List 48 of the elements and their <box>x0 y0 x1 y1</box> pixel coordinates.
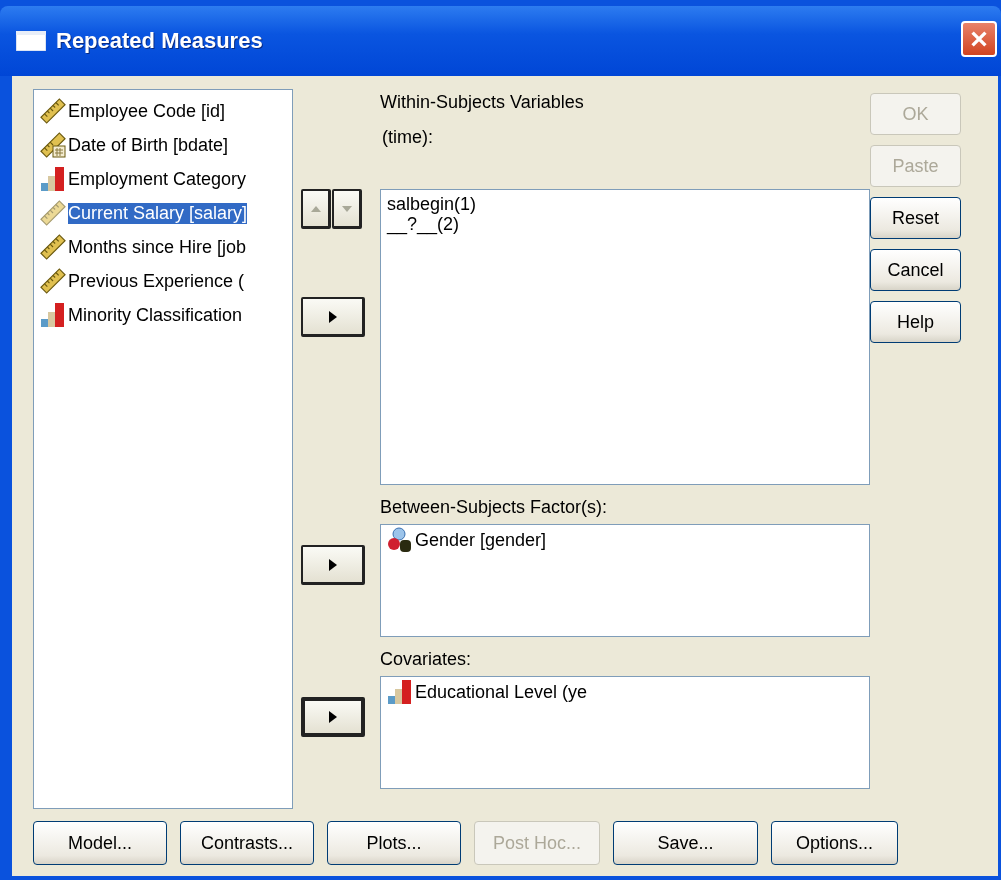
nominal-variable-icon <box>387 527 413 553</box>
right-triangle-icon <box>329 711 337 723</box>
close-icon <box>970 30 988 48</box>
dialog-button[interactable]: Plots... <box>327 821 461 865</box>
move-right-button[interactable] <box>301 545 365 585</box>
move-right-button[interactable] <box>301 697 365 737</box>
variable-label: Months since Hire [job <box>68 236 247 258</box>
variable-label: Employee Code [id] <box>68 100 226 122</box>
bar-chart-icon <box>40 302 66 328</box>
variable-label: Previous Experience ( <box>68 270 245 292</box>
variable-item[interactable]: Current Salary [salary] <box>36 198 290 228</box>
down-triangle-icon <box>341 205 352 212</box>
covariate-item[interactable]: Educational Level (ye <box>387 679 863 705</box>
right-triangle-icon <box>328 310 337 323</box>
window-icon <box>16 31 46 51</box>
dialog-button[interactable]: Help <box>870 301 961 343</box>
variable-item[interactable]: Date of Birth [bdate] <box>36 130 290 160</box>
variable-label: Current Salary [salary] <box>68 202 248 224</box>
variable-label: Date of Birth [bdate] <box>68 134 229 156</box>
between-subjects-label: Between-Subjects Factor(s): <box>380 496 609 519</box>
window-title: Repeated Measures <box>56 28 264 54</box>
variable-label: Employment Category <box>68 168 247 190</box>
close-button[interactable] <box>961 21 997 57</box>
bar-chart-icon <box>40 166 66 192</box>
dialog-button[interactable]: Contrasts... <box>180 821 314 865</box>
within-variable-item[interactable]: __?__(2) <box>387 214 460 234</box>
variable-item[interactable]: Employee Code [id] <box>36 96 290 126</box>
variable-item[interactable]: Minority Classification <box>36 300 290 330</box>
within-subjects-label: Within-Subjects Variables <box>380 92 585 113</box>
variable-label: Minority Classification <box>68 304 243 326</box>
variable-label: Educational Level (ye <box>415 681 588 703</box>
variable-item[interactable]: Months since Hire [job <box>36 232 290 262</box>
within-variable-item[interactable]: salbegin(1) <box>387 194 477 214</box>
factor-item[interactable]: Gender [gender] <box>387 527 863 553</box>
factor-label: (time): <box>381 127 434 148</box>
variable-label: Gender [gender] <box>415 529 547 551</box>
covariates-label: Covariates: <box>380 648 473 671</box>
dialog-button[interactable]: Model... <box>33 821 167 865</box>
variable-item[interactable]: Employment Category <box>36 164 290 194</box>
dialog-button[interactable]: Reset <box>870 197 961 239</box>
dialog-button[interactable]: Cancel <box>870 249 961 291</box>
dialog-button[interactable]: Save... <box>613 821 758 865</box>
bar-chart-icon <box>387 679 413 705</box>
variable-item[interactable]: Previous Experience ( <box>36 266 290 296</box>
move-right-button[interactable] <box>301 297 365 337</box>
right-triangle-icon <box>328 558 337 571</box>
dialog-button[interactable]: Options... <box>771 821 898 865</box>
up-triangle-icon <box>310 205 321 212</box>
